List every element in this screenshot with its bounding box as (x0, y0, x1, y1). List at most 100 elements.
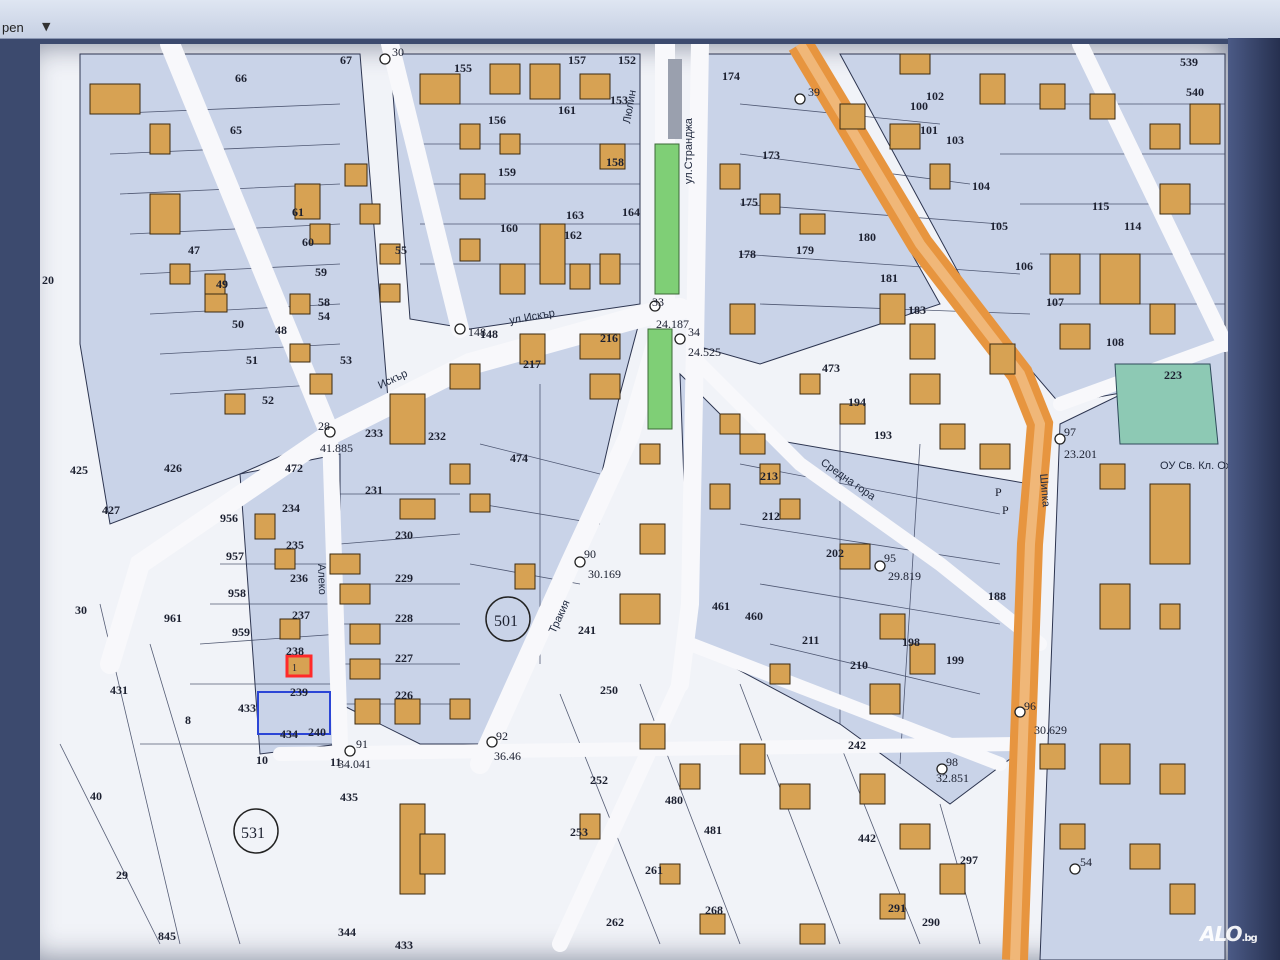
svg-text:433: 433 (395, 938, 413, 952)
svg-text:539: 539 (1180, 55, 1198, 69)
svg-text:232: 232 (428, 429, 446, 443)
svg-text:957: 957 (226, 549, 244, 563)
svg-text:163: 163 (566, 208, 584, 222)
svg-text:253: 253 (570, 825, 588, 839)
svg-text:262: 262 (606, 915, 624, 929)
svg-text:20: 20 (42, 273, 54, 287)
svg-text:242: 242 (848, 738, 866, 752)
svg-text:105: 105 (990, 219, 1008, 233)
svg-text:40: 40 (90, 789, 102, 803)
svg-text:153: 153 (610, 93, 628, 107)
svg-text:237: 237 (292, 608, 310, 622)
svg-text:427: 427 (102, 503, 120, 517)
svg-text:60: 60 (302, 235, 314, 249)
svg-text:474: 474 (510, 451, 528, 465)
survey-point-elevation: 24.525 (688, 345, 721, 359)
survey-point-id: 28 (318, 419, 330, 433)
svg-text:48: 48 (275, 323, 287, 337)
svg-text:230: 230 (395, 528, 413, 542)
svg-text:241: 241 (578, 623, 596, 637)
svg-text:472: 472 (285, 461, 303, 475)
svg-text:959: 959 (232, 625, 250, 639)
svg-text:102: 102 (926, 89, 944, 103)
grey-strip (668, 59, 682, 139)
svg-text:213: 213 (760, 469, 778, 483)
svg-text:108: 108 (1106, 335, 1124, 349)
svg-text:460: 460 (745, 609, 763, 623)
svg-text:157: 157 (568, 53, 586, 67)
svg-text:435: 435 (340, 790, 358, 804)
svg-text:540: 540 (1186, 85, 1204, 99)
cadastral-map[interactable]: 501 531 28 41.885 33 24.187 34 24.525 90… (40, 44, 1228, 960)
svg-text:53: 53 (340, 353, 352, 367)
survey-point-elevation: 41.885 (320, 441, 353, 455)
survey-point-elevation: 32.851 (936, 771, 969, 785)
svg-text:239: 239 (290, 685, 308, 699)
selected-building[interactable] (285, 654, 313, 678)
svg-text:236: 236 (290, 571, 308, 585)
svg-text:480: 480 (665, 793, 683, 807)
open-menu-label[interactable]: pen (2, 20, 24, 35)
svg-text:160: 160 (500, 221, 518, 235)
svg-text:212: 212 (762, 509, 780, 523)
survey-point-elevation: 30.169 (588, 567, 621, 581)
svg-text:473: 473 (822, 361, 840, 375)
svg-text:180: 180 (858, 230, 876, 244)
svg-text:50: 50 (232, 317, 244, 331)
svg-text:268: 268 (705, 903, 723, 917)
survey-point-id: 92 (496, 729, 508, 743)
svg-text:431: 431 (110, 683, 128, 697)
quarter-label-531: 531 (241, 825, 265, 842)
screen-bezel (1228, 38, 1280, 960)
survey-point-id: 33 (652, 295, 664, 309)
survey-point-elevation: 36.46 (494, 749, 521, 763)
svg-text:59: 59 (315, 265, 327, 279)
svg-text:148: 148 (480, 327, 498, 341)
survey-point-id: 96 (1024, 699, 1036, 713)
chevron-down-icon[interactable]: ▼ (42, 20, 50, 33)
svg-text:51: 51 (246, 353, 258, 367)
svg-text:227: 227 (395, 651, 413, 665)
svg-text:297: 297 (960, 853, 978, 867)
svg-text:49: 49 (216, 277, 228, 291)
svg-text:159: 159 (498, 165, 516, 179)
svg-text:198: 198 (902, 635, 920, 649)
svg-text:179: 179 (796, 243, 814, 257)
selected-building-label: 1 (292, 663, 297, 674)
svg-text:47: 47 (188, 243, 200, 257)
survey-point-id: 30 (392, 45, 404, 59)
svg-text:481: 481 (704, 823, 722, 837)
svg-text:161: 161 (558, 103, 576, 117)
svg-text:956: 956 (220, 511, 238, 525)
svg-text:178: 178 (738, 247, 756, 261)
svg-text:216: 216 (600, 331, 618, 345)
svg-text:67: 67 (340, 53, 352, 67)
survey-point-elevation: 30.629 (1034, 723, 1067, 737)
svg-text:211: 211 (802, 633, 819, 647)
svg-text:10: 10 (256, 753, 268, 767)
survey-point-id: 39 (808, 85, 820, 99)
svg-text:958: 958 (228, 586, 246, 600)
svg-text:226: 226 (395, 688, 413, 702)
svg-text:107: 107 (1046, 295, 1064, 309)
svg-text:65: 65 (230, 123, 242, 137)
svg-text:250: 250 (600, 683, 618, 697)
svg-text:434: 434 (280, 727, 298, 741)
svg-text:290: 290 (922, 915, 940, 929)
survey-point-id: 95 (884, 551, 896, 565)
school-label: ОУ Св. Кл. Охридски (1160, 460, 1228, 472)
svg-text:433: 433 (238, 701, 256, 715)
svg-text:252: 252 (590, 773, 608, 787)
street-label-aleko: Алеко (315, 564, 328, 595)
svg-text:55: 55 (395, 243, 407, 257)
svg-text:228: 228 (395, 611, 413, 625)
svg-text:261: 261 (645, 863, 663, 877)
svg-text:115: 115 (1092, 199, 1109, 213)
svg-text:164: 164 (622, 205, 640, 219)
svg-text:231: 231 (365, 483, 383, 497)
quarter-label-501: 501 (494, 613, 518, 630)
survey-point-elevation: 29.819 (888, 569, 921, 583)
alo-watermark: ALO.bg (1200, 922, 1258, 946)
svg-text:238: 238 (286, 644, 304, 658)
svg-text:188: 188 (988, 589, 1006, 603)
